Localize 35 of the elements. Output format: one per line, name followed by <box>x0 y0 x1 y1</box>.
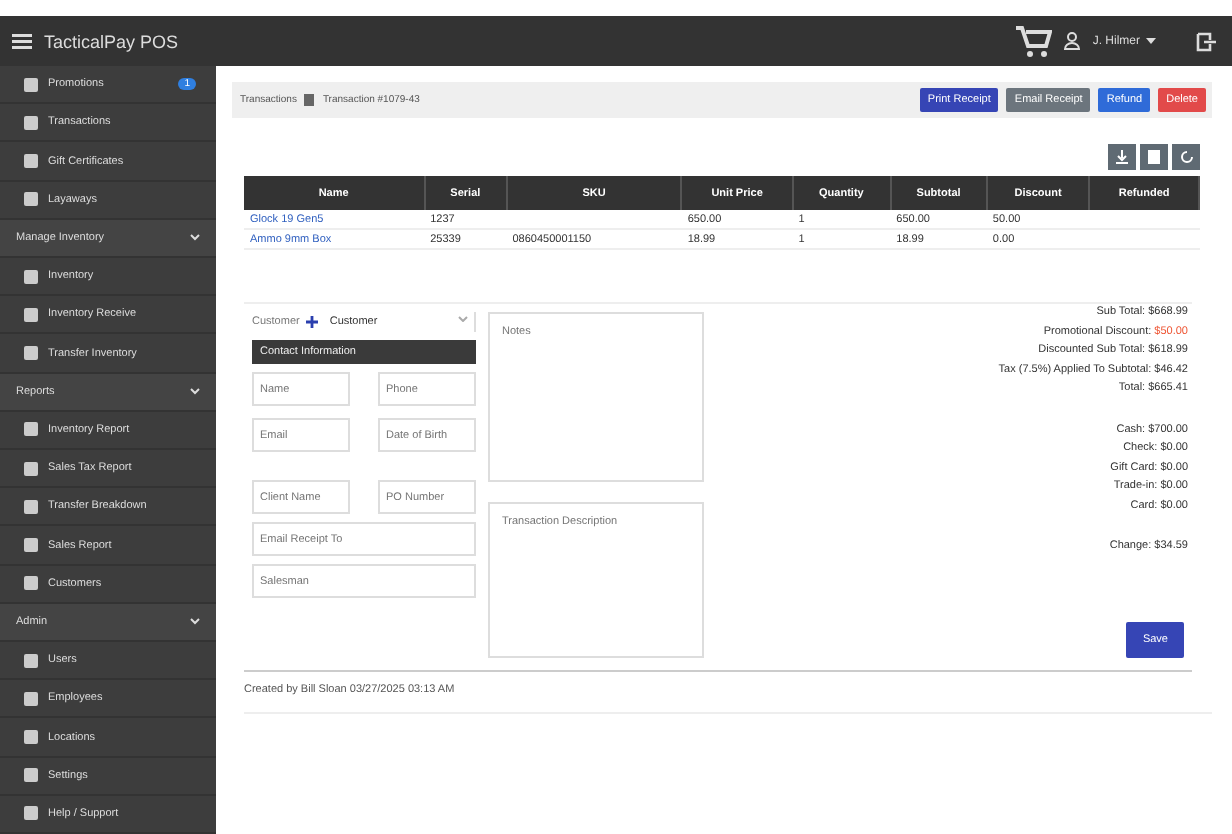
menu-icon[interactable] <box>12 33 32 49</box>
download-icon <box>1116 150 1128 164</box>
download-button[interactable] <box>1108 144 1136 170</box>
document-icon <box>304 94 315 106</box>
item-icon <box>24 269 38 284</box>
item-icon <box>24 154 38 168</box>
item-icon <box>24 422 38 437</box>
cart-icon[interactable] <box>1016 25 1053 57</box>
item-icon <box>24 115 38 130</box>
print-button[interactable] <box>1140 144 1168 170</box>
caret-icon[interactable] <box>1146 38 1156 44</box>
item-icon <box>24 768 38 783</box>
app-title: TacticalPay POS <box>44 31 179 51</box>
item-icon <box>24 192 38 207</box>
item-icon <box>24 806 38 821</box>
item-icon <box>24 307 38 322</box>
chevron-icon[interactable] <box>190 616 200 627</box>
item-icon <box>24 499 38 514</box>
item-icon <box>24 77 38 92</box>
item-icon <box>24 538 38 553</box>
item-icon <box>24 346 38 361</box>
add-icon[interactable] <box>305 316 318 328</box>
item-icon <box>24 691 38 706</box>
caret-icon <box>458 316 468 322</box>
refresh-icon <box>1179 150 1193 164</box>
refresh-button[interactable] <box>1172 144 1200 170</box>
chevron-icon[interactable] <box>190 232 200 243</box>
chevron-icon[interactable] <box>190 386 200 397</box>
document-icon <box>1148 150 1160 164</box>
item-icon <box>24 653 38 668</box>
item-icon <box>24 461 38 476</box>
item-icon <box>24 576 38 591</box>
logout-icon[interactable] <box>1196 31 1216 51</box>
item-icon <box>24 730 38 745</box>
user-icon <box>1064 32 1081 50</box>
